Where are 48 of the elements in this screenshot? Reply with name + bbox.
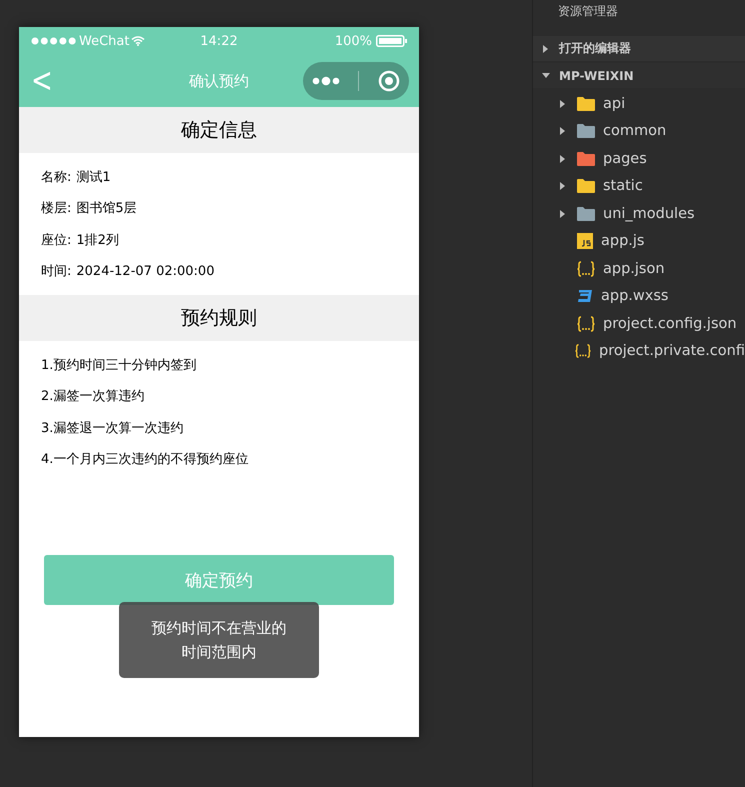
- section-title: 确定信息: [181, 118, 257, 143]
- caret-icon[interactable]: [542, 44, 550, 52]
- caret-icon[interactable]: [559, 154, 567, 163]
- rule-text: 1.预约时间三十分钟内签到: [41, 356, 196, 374]
- battery-icon: [376, 35, 407, 47]
- tree-item[interactable]: app.json: [533, 255, 745, 282]
- panel-title: 资源管理器: [557, 2, 619, 20]
- toast-message: 预约时间不在营业的时间范围内: [119, 602, 319, 678]
- field-value: 图书馆5层: [76, 200, 137, 218]
- rule-text: 4.一个月内三次违约的不得预约座位: [41, 451, 248, 468]
- field-value: 2024-12-07 02:00:00: [76, 264, 214, 279]
- tree-item[interactable]: app.js: [533, 228, 745, 255]
- rule-text: 3.漏签退一次算一次违约: [41, 420, 184, 437]
- caret-icon[interactable]: [559, 210, 567, 218]
- tree-item[interactable]: pages: [533, 145, 745, 172]
- braces-icon: [575, 343, 591, 360]
- wifi-icon: [131, 36, 146, 46]
- braces-icon: [577, 316, 595, 332]
- field-label: 楼层:: [41, 200, 72, 218]
- field-value: 测试1: [76, 168, 111, 186]
- tree-item[interactable]: static: [533, 172, 745, 200]
- page-title: 确认预约: [189, 72, 249, 90]
- tree-item[interactable]: uni_modules: [533, 200, 745, 228]
- close-icon[interactable]: [378, 70, 400, 92]
- section-row[interactable]: 打开的编辑器: [533, 36, 745, 61]
- rule-text: 2.漏签一次算违约: [41, 388, 144, 406]
- signal-icon: [31, 37, 77, 45]
- status-time: 14:22: [200, 34, 238, 48]
- field-label: 名称:: [41, 168, 72, 186]
- tree-item[interactable]: project.config.json: [533, 310, 745, 338]
- braces-icon: [577, 260, 595, 277]
- caret-icon[interactable]: [559, 100, 567, 108]
- tree-item[interactable]: common: [533, 118, 745, 145]
- carrier-name: WeChat: [79, 34, 130, 48]
- battery-percent: 100%: [334, 34, 372, 48]
- more-icon[interactable]: [312, 76, 340, 86]
- tree-item[interactable]: project.private.confi: [533, 338, 745, 365]
- tree-item[interactable]: app.wxss: [533, 282, 745, 310]
- js-file-icon: [577, 233, 593, 250]
- caret-icon[interactable]: [559, 182, 567, 190]
- caret-icon[interactable]: [559, 127, 567, 136]
- caret-icon[interactable]: [542, 72, 550, 80]
- field-value: 1排2列: [76, 232, 119, 249]
- section-title: 预约规则: [181, 306, 257, 331]
- field-label: 时间:: [41, 263, 72, 280]
- field-label: 座位:: [41, 232, 72, 249]
- css-icon: [577, 288, 593, 304]
- tree-item[interactable]: api: [533, 90, 745, 118]
